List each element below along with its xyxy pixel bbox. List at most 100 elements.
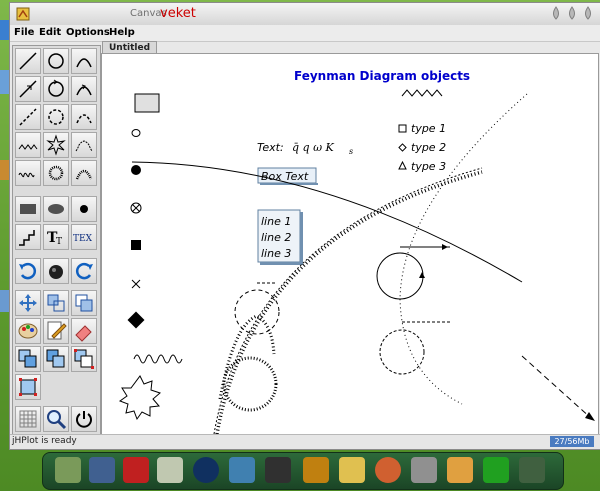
pen-icon[interactable]: [411, 457, 437, 483]
dashed-line-tool-icon[interactable]: [15, 104, 41, 130]
arrow-circle-tool-icon[interactable]: [43, 76, 69, 102]
drawing-canvas[interactable]: Feynman Diagram objects Text: q̄ q ω K s: [101, 53, 599, 435]
line-tool-icon[interactable]: [15, 48, 41, 74]
tex-tool-icon[interactable]: TEX: [71, 224, 97, 250]
redo-icon[interactable]: [71, 258, 97, 284]
canvas-coil-arc[interactable]: [215, 170, 483, 434]
resize-icon[interactable]: [43, 290, 69, 316]
move-icon[interactable]: [15, 290, 41, 316]
canvas-cross-object[interactable]: [131, 279, 141, 289]
gluon-arc-tool-icon[interactable]: [71, 132, 97, 158]
group-icon[interactable]: [15, 346, 41, 372]
coil-line-tool-icon[interactable]: [15, 160, 41, 186]
rectangle-tool-icon[interactable]: [15, 196, 41, 222]
canvas-coil-arc-2[interactable]: [218, 314, 276, 400]
svg-text:T: T: [56, 237, 62, 247]
power-icon[interactable]: [71, 406, 97, 432]
svg-text:line 2: line 2: [261, 231, 291, 244]
ungroup-icon[interactable]: [43, 346, 69, 372]
canvas-diamond-object[interactable]: [127, 311, 145, 329]
web-icon[interactable]: [193, 457, 219, 483]
menu-file[interactable]: File: [14, 27, 34, 38]
eraser-icon[interactable]: [71, 318, 97, 344]
select-icon[interactable]: [71, 346, 97, 372]
legend-type-1: type 1: [411, 122, 446, 135]
text-tool-icon[interactable]: TT: [43, 224, 69, 250]
coil-arc-tool-icon[interactable]: [71, 160, 97, 186]
close-icon[interactable]: [582, 6, 594, 20]
svg-text:TEX: TEX: [73, 234, 93, 244]
menu-bar: File Edit Options Help: [10, 25, 600, 42]
users-icon[interactable]: [229, 457, 255, 483]
edit-icon[interactable]: [43, 318, 69, 344]
dot-tool-icon[interactable]: [71, 196, 97, 222]
chart-icon[interactable]: [55, 457, 81, 483]
canvas-zigzag-object[interactable]: [401, 89, 443, 97]
grid-icon[interactable]: [15, 406, 41, 432]
canvas-coil-loop[interactable]: [222, 356, 278, 412]
exit-icon[interactable]: [303, 457, 329, 483]
svg-text:line 1: line 1: [261, 215, 291, 228]
zoom-icon[interactable]: [43, 406, 69, 432]
canvas-crossed-circle-object[interactable]: [130, 202, 142, 214]
canvas-title: Feynman Diagram objects: [294, 69, 470, 83]
menu-edit[interactable]: Edit: [39, 27, 61, 38]
canvas-dashed-arrow-circle[interactable]: [379, 329, 425, 375]
canvas-solid-curve[interactable]: [131, 161, 523, 283]
arc-tool-icon[interactable]: [71, 48, 97, 74]
minimize-icon[interactable]: [550, 6, 562, 20]
status-text: jHPlot is ready: [12, 436, 77, 446]
copy-icon[interactable]: [71, 290, 97, 316]
tool-palette: TT TEX: [12, 45, 101, 437]
canvas-ellipse-object[interactable]: [131, 129, 141, 137]
arrow-line-tool-icon[interactable]: [15, 76, 41, 102]
memory-indicator[interactable]: 27/56Mb: [550, 436, 594, 447]
notes-icon[interactable]: [157, 457, 183, 483]
arrow-arc-tool-icon[interactable]: [71, 76, 97, 102]
dashed-circle-tool-icon[interactable]: [43, 104, 69, 130]
canvas-math-text[interactable]: q̄ q ω K: [292, 141, 335, 154]
title-bar: Canvas veket: [10, 3, 600, 25]
image-viewer-icon[interactable]: [339, 457, 365, 483]
canvas-square-object[interactable]: [131, 240, 141, 250]
paint-icon[interactable]: [375, 457, 401, 483]
menu-help[interactable]: Help: [109, 27, 135, 38]
step-line-tool-icon[interactable]: [15, 224, 41, 250]
photo-icon[interactable]: [447, 457, 473, 483]
select-box-icon[interactable]: [15, 374, 41, 400]
canvas-dot-object[interactable]: [131, 165, 141, 175]
terminal-icon[interactable]: [519, 457, 545, 483]
application-window: Canvas veket File Edit Options Help T T …: [9, 2, 600, 450]
window-app-name: veket: [160, 6, 196, 21]
canvas-text-label[interactable]: Text:: [257, 141, 284, 154]
app-icon: [16, 7, 30, 21]
canvas-wave-object[interactable]: [133, 354, 183, 364]
monitor-icon[interactable]: [89, 457, 115, 483]
circle-tool-icon[interactable]: [43, 48, 69, 74]
canvas-drawing: Feynman Diagram objects Text: q̄ q ω K s: [118, 69, 595, 434]
maximize-icon[interactable]: [566, 6, 578, 20]
game-icon[interactable]: [123, 457, 149, 483]
svg-text:Box Text: Box Text: [261, 170, 309, 183]
ellipse-tool-icon[interactable]: [43, 196, 69, 222]
gluon-star-tool-icon[interactable]: [43, 132, 69, 158]
canvas-rect-object[interactable]: [134, 93, 160, 113]
canvas-dashed-circle[interactable]: [234, 289, 280, 335]
legend-type-3: type 3: [411, 160, 446, 173]
dashed-arc-tool-icon[interactable]: [71, 104, 97, 130]
palette-icon[interactable]: [15, 318, 41, 344]
undo-icon[interactable]: [15, 258, 41, 284]
tab-strip: Untitled: [102, 41, 598, 54]
coil-loop-tool-icon[interactable]: [43, 160, 69, 186]
dock-bar: [42, 452, 564, 490]
canvas-multiline-box[interactable]: line 1 line 2 line 3: [257, 209, 303, 265]
gluon-line-tool-icon[interactable]: [15, 132, 41, 158]
canvas-legend: type 1 type 2 type 3: [398, 122, 446, 173]
sphere-icon[interactable]: [43, 258, 69, 284]
check-icon[interactable]: [483, 457, 509, 483]
menu-options[interactable]: Options: [66, 27, 110, 38]
tux-icon[interactable]: [265, 457, 291, 483]
canvas-gluon-blob-object[interactable]: [118, 375, 161, 421]
canvas-dashed-arrow-line[interactable]: [521, 355, 593, 420]
canvas-math-subscript: s: [349, 147, 353, 156]
